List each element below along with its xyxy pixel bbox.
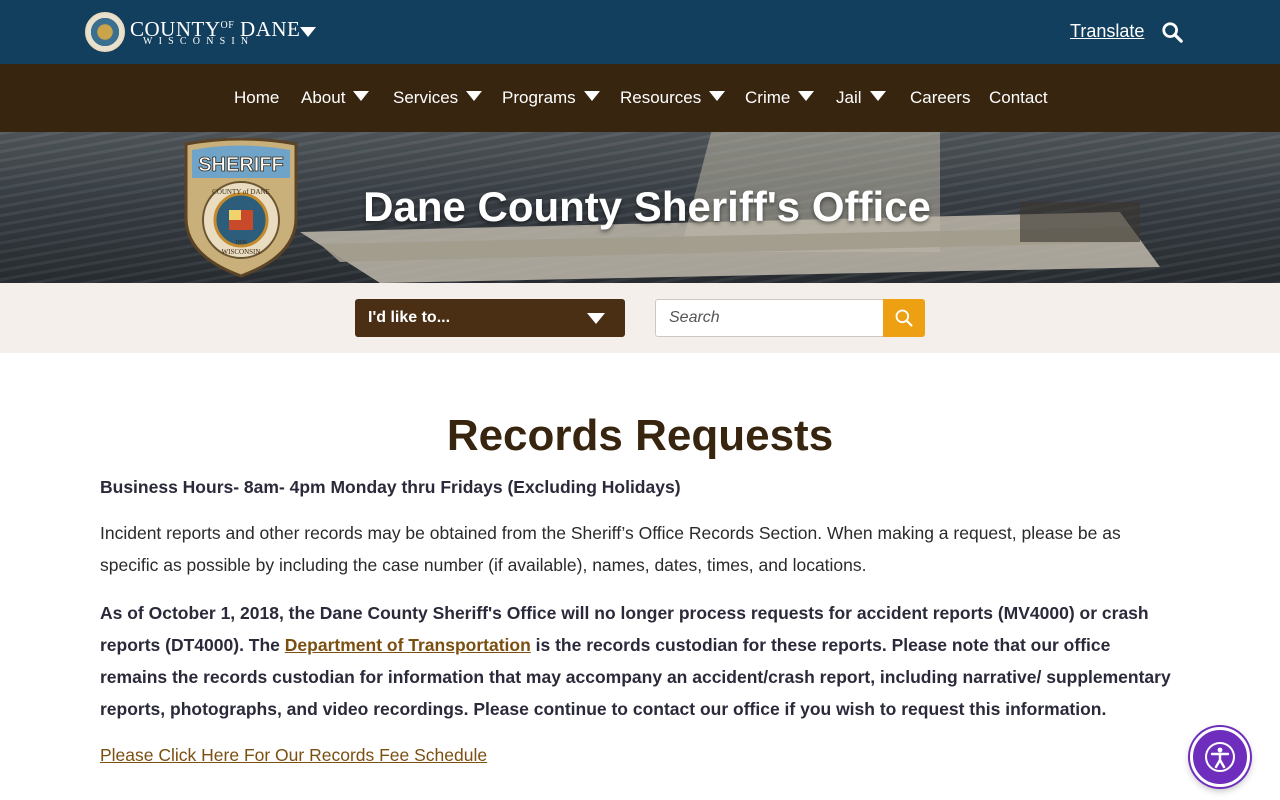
nav-label: About	[301, 88, 346, 107]
nav-label: Jail	[836, 88, 862, 107]
accessibility-button[interactable]	[1190, 727, 1250, 787]
badge-bottom-text: WISCONSIN	[222, 248, 261, 256]
nav-crime[interactable]: Crime	[745, 88, 815, 108]
dropdown-label: I'd like to...	[368, 309, 451, 326]
chevron-down-icon	[798, 91, 815, 101]
nav-careers[interactable]: Careers	[910, 88, 970, 108]
nav-jail[interactable]: Jail	[836, 88, 886, 108]
chevron-down-icon	[466, 91, 483, 101]
main-navigation: Home About Services Programs Resources C…	[0, 64, 1280, 132]
page-title: Records Requests	[446, 411, 834, 460]
site-search-button[interactable]	[883, 299, 925, 337]
chevron-down-icon	[709, 91, 726, 101]
county-topbar: COUNTYOF DANE WISCONSIN Translate	[0, 0, 1280, 64]
nav-contact[interactable]: Contact	[989, 88, 1048, 108]
nav-home[interactable]: Home	[234, 88, 279, 108]
intro-paragraph: Incident reports and other records may b…	[100, 523, 1121, 575]
records-fee-schedule-link[interactable]: Please Click Here For Our Records Fee Sc…	[100, 745, 487, 765]
nav-resources[interactable]: Resources	[620, 88, 726, 108]
nav-label: Home	[234, 88, 280, 107]
badge-year-text: 1836	[235, 240, 247, 246]
nav-label: Resources	[620, 88, 702, 107]
nav-services[interactable]: Services	[393, 88, 483, 108]
quick-action-bar	[0, 283, 1280, 353]
translate-link[interactable]: Translate	[1070, 21, 1144, 42]
chevron-down-icon[interactable]	[300, 27, 316, 37]
nav-programs[interactable]: Programs	[502, 88, 600, 108]
chevron-down-icon	[587, 313, 605, 324]
i-would-like-to-dropdown[interactable]: I'd like to...	[355, 299, 625, 337]
nav-label: Programs	[502, 88, 576, 107]
nav-label: Services	[393, 88, 459, 107]
search-icon[interactable]	[1161, 21, 1183, 43]
nav-label: Careers	[910, 88, 971, 107]
chevron-down-icon	[869, 91, 886, 101]
county-seal-logo[interactable]	[85, 12, 125, 52]
chevron-down-icon	[583, 91, 600, 101]
badge-top-text: SHERIFF	[198, 154, 284, 176]
county-of-word: OF	[220, 20, 235, 31]
nav-label: Crime	[745, 88, 791, 107]
chevron-down-icon	[353, 91, 370, 101]
site-search-input[interactable]	[655, 299, 883, 337]
department-of-transportation-link[interactable]: Department of Transportation	[285, 635, 531, 655]
county-state-text: WISCONSIN	[143, 36, 255, 47]
search-icon	[895, 309, 913, 327]
nav-label: Contact	[989, 88, 1048, 107]
business-hours-text: Business Hours- 8am- 4pm Monday thru Fri…	[100, 477, 681, 497]
accident-report-notice: As of October 1, 2018, the Dane County S…	[100, 597, 1180, 725]
nav-about[interactable]: About	[301, 88, 370, 108]
banner-title: Dane County Sheriff's Office	[363, 183, 931, 230]
accessibility-icon	[1205, 742, 1235, 772]
fee-schedule-paragraph: Please Click Here For Our Records Fee Sc…	[100, 739, 1180, 771]
